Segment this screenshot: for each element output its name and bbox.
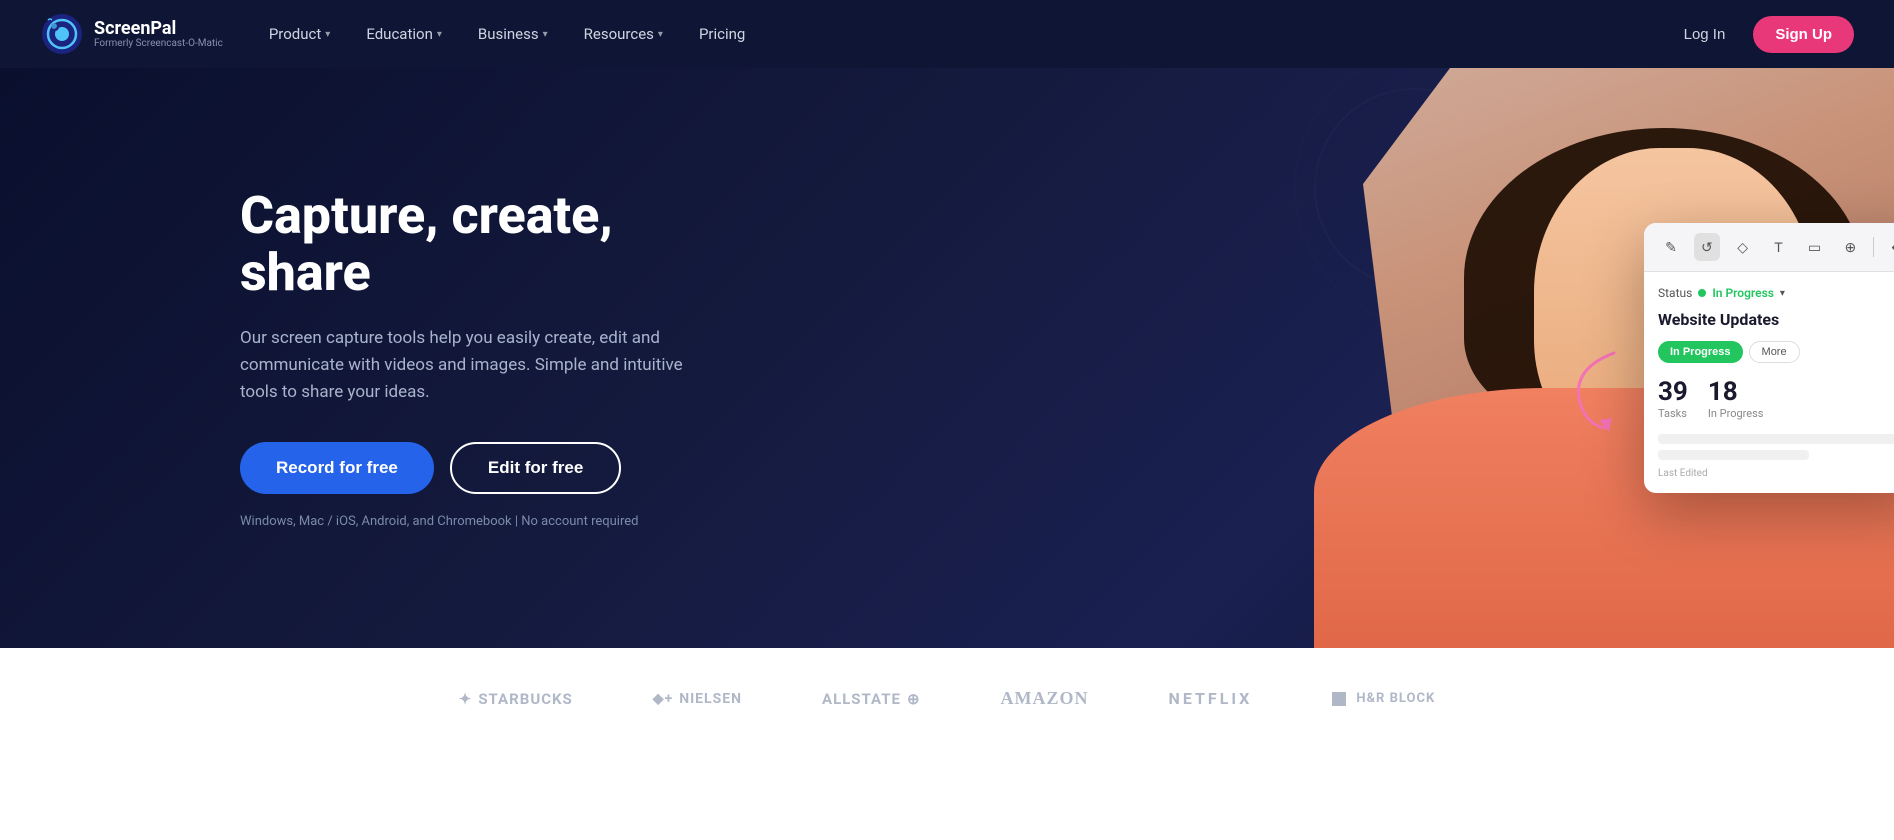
hero-footnote: Windows, Mac / iOS, Android, and Chromeb… (240, 514, 700, 529)
logos-section: ✦ STARBUCKS ◆+ Nielsen Allstate ⊕ amazon… (0, 648, 1894, 749)
toolbar-divider (1873, 237, 1874, 257)
nav-product[interactable]: Product ▾ (253, 17, 346, 51)
chevron-down-icon: ▾ (543, 29, 548, 40)
logo-subtitle: Formerly Screencast-O-Matic (94, 38, 223, 49)
card-title: Website Updates (1658, 310, 1894, 329)
stat-inprogress: 18 In Progress (1708, 377, 1764, 420)
hero-buttons: Record for free Edit for free (240, 442, 700, 494)
card-status-row: Status In Progress ▾ (1658, 286, 1894, 300)
logo-allstate: Allstate ⊕ (822, 690, 921, 708)
logo[interactable]: ScreenPal Formerly Screencast-O-Matic (40, 12, 223, 56)
navbar: ScreenPal Formerly Screencast-O-Matic Pr… (0, 0, 1894, 68)
chevron-down-icon: ▾ (325, 29, 330, 40)
blurred-line-2 (1658, 450, 1809, 460)
logo-netflix: NETFLIX (1169, 689, 1253, 708)
signup-button[interactable]: Sign Up (1753, 16, 1854, 53)
logo-title: ScreenPal (94, 19, 223, 39)
nav-business[interactable]: Business ▾ (462, 17, 564, 51)
status-dropdown-icon[interactable]: ▾ (1780, 288, 1785, 299)
stat-inprogress-label: In Progress (1708, 407, 1764, 420)
tab-more[interactable]: More (1749, 341, 1800, 363)
nav-pricing[interactable]: Pricing (683, 17, 761, 51)
hero-ui-card: ✎ ↺ ◇ T ▭ ⊕ ↩ Status In Progress ▾ (1644, 223, 1894, 493)
nav-actions: Log In Sign Up (1668, 16, 1854, 53)
tool-rotate[interactable]: ↺ (1694, 233, 1720, 261)
hrblock-square-icon (1332, 692, 1346, 706)
pink-arrow-icon (1564, 348, 1634, 438)
stat-tasks: 39 Tasks (1658, 377, 1688, 420)
logo-nielsen: ◆+ Nielsen (653, 691, 742, 707)
tool-pen[interactable]: ✎ (1658, 233, 1684, 261)
status-value: In Progress (1712, 286, 1774, 300)
hero-subtitle: Our screen capture tools help you easily… (240, 325, 700, 407)
screenpal-logo-icon (40, 12, 84, 56)
nav-resources[interactable]: Resources ▾ (568, 17, 679, 51)
status-dot-icon (1698, 289, 1706, 297)
hero-content: Capture, create, share Our screen captur… (0, 127, 700, 590)
card-body: Status In Progress ▾ Website Updates In … (1644, 272, 1894, 493)
tool-text[interactable]: T (1766, 233, 1792, 261)
tool-rect[interactable]: ▭ (1802, 233, 1828, 261)
logo-starbucks: ✦ STARBUCKS (459, 690, 573, 708)
last-edited-label: Last Edited (1658, 468, 1894, 479)
card-stats: 39 Tasks 18 In Progress (1658, 377, 1894, 420)
allstate-icon: ⊕ (907, 690, 921, 708)
chevron-down-icon: ▾ (437, 29, 442, 40)
nav-links: Product ▾ Education ▾ Business ▾ Resourc… (253, 17, 1668, 51)
logo-hrblock: H&R BLOCK (1332, 691, 1435, 706)
record-for-free-button[interactable]: Record for free (240, 442, 434, 494)
blurred-line-1 (1658, 434, 1894, 444)
tab-in-progress[interactable]: In Progress (1658, 341, 1743, 363)
hero-title: Capture, create, share (240, 187, 700, 301)
logo-text: ScreenPal Formerly Screencast-O-Matic (94, 19, 223, 50)
starbucks-star-icon: ✦ (459, 690, 473, 708)
hero-mockup: ✎ ↺ ◇ T ▭ ⊕ ↩ Status In Progress ▾ (1094, 68, 1894, 648)
edit-for-free-button[interactable]: Edit for free (450, 442, 621, 494)
card-tabs: In Progress More (1658, 341, 1894, 363)
tool-eraser[interactable]: ◇ (1730, 233, 1756, 261)
chevron-down-icon: ▾ (658, 29, 663, 40)
login-button[interactable]: Log In (1668, 18, 1742, 51)
stat-tasks-num: 39 (1658, 377, 1688, 407)
nielsen-icon: ◆+ (653, 691, 673, 707)
tool-undo[interactable]: ↩ (1884, 233, 1894, 261)
tool-zoom[interactable]: ⊕ (1837, 233, 1863, 261)
logo-amazon: amazon (1001, 688, 1089, 709)
card-toolbar: ✎ ↺ ◇ T ▭ ⊕ ↩ (1644, 223, 1894, 272)
stat-inprogress-num: 18 (1708, 377, 1764, 407)
stat-tasks-label: Tasks (1658, 407, 1688, 420)
status-label: Status (1658, 286, 1692, 300)
nav-education[interactable]: Education ▾ (350, 17, 458, 51)
hero-section: Capture, create, share Our screen captur… (0, 68, 1894, 648)
